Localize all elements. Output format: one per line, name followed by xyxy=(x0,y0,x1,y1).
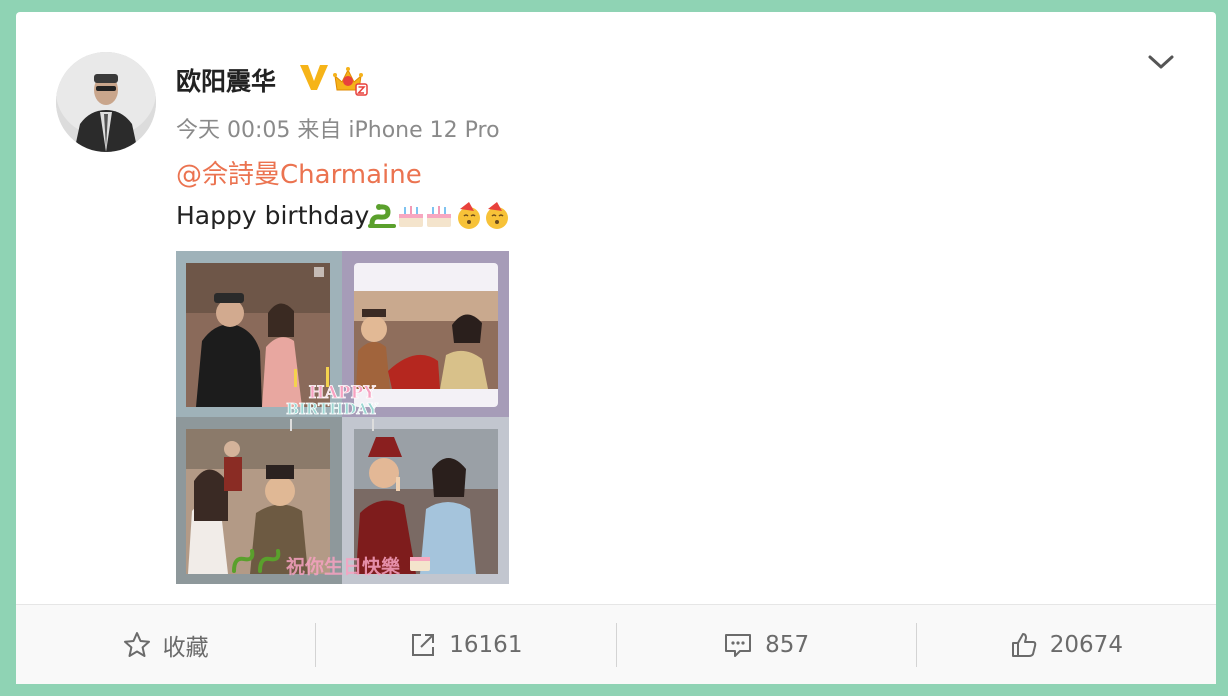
like-button[interactable]: 20674 xyxy=(917,623,1216,667)
favorite-label: 收藏 xyxy=(162,634,209,661)
favorite-button[interactable]: 收藏 xyxy=(16,623,315,667)
comment-count: 857 xyxy=(765,631,810,658)
thumbs-up-icon xyxy=(1011,632,1037,657)
post-text: Happy birthday xyxy=(176,201,370,230)
emoji-row xyxy=(368,202,518,230)
party-face-emoji-icon xyxy=(486,202,508,229)
comment-icon xyxy=(725,633,752,657)
chevron-down-icon[interactable] xyxy=(1146,50,1176,74)
overlay-birthday-text: BIRTHDAY xyxy=(286,400,378,418)
cake-emoji-icon xyxy=(427,206,451,227)
star-icon xyxy=(123,631,150,657)
post-meta: 今天 00:05 来自 iPhone 12 Pro xyxy=(176,118,500,143)
username[interactable]: 欧阳震华 xyxy=(176,62,276,98)
share-icon xyxy=(412,633,435,656)
comment-button[interactable]: 857 xyxy=(617,623,916,667)
repost-count: 16161 xyxy=(449,631,523,658)
verified-badge-icon xyxy=(298,62,330,92)
post-image[interactable]: HAPPY BIRTHDAY 祝你生日快樂 xyxy=(176,251,509,584)
repost-button[interactable]: 16161 xyxy=(316,623,615,667)
cake-emoji-icon xyxy=(399,206,423,227)
vip-crown-icon[interactable] xyxy=(332,64,368,96)
weibo-post-card: 欧阳震华 今天 00:05 来自 iPhone 12 Pro @佘詩曼Charm… xyxy=(16,12,1216,684)
like-count: 20674 xyxy=(1049,631,1123,658)
overlay-caption-text: 祝你生日快樂 xyxy=(286,555,401,578)
party-face-emoji-icon xyxy=(458,202,480,229)
snake-emoji-icon xyxy=(368,204,396,228)
avatar[interactable] xyxy=(56,52,156,152)
action-bar: 收藏 16161 857 20674 xyxy=(16,605,1216,684)
mention-link[interactable]: @佘詩曼Charmaine xyxy=(176,154,422,191)
